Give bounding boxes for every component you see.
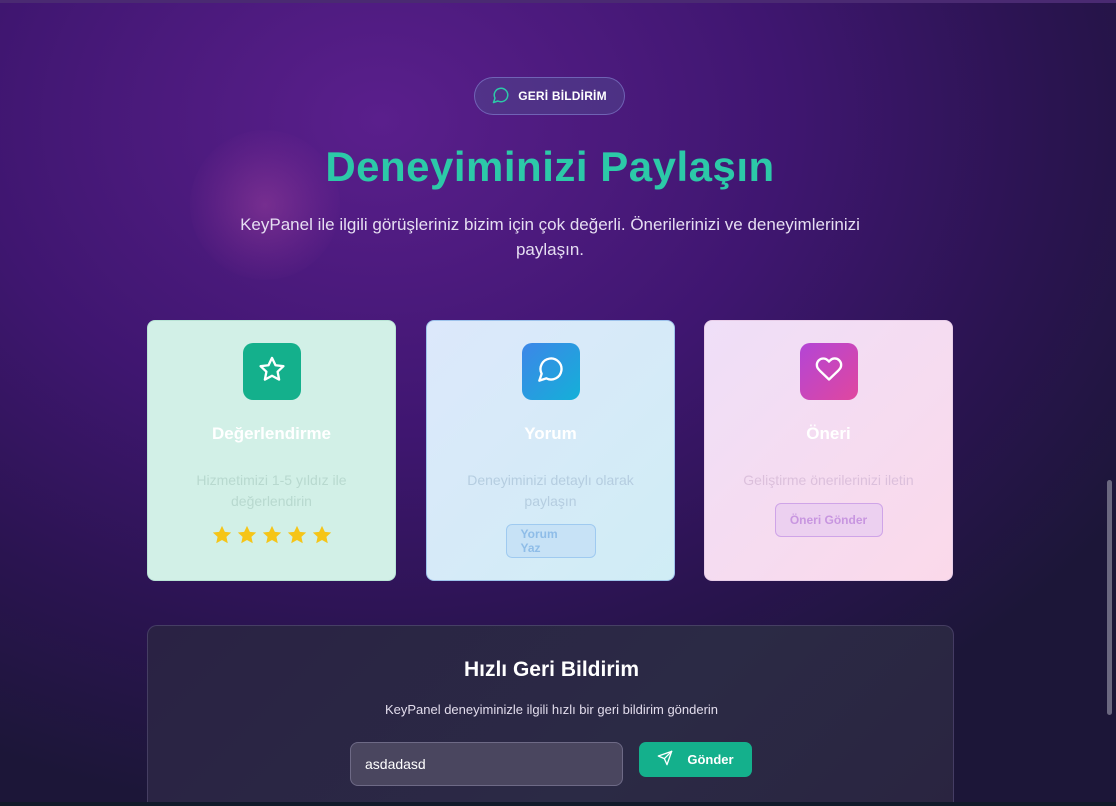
comment-card-title: Yorum (524, 424, 577, 443)
heart-icon (815, 355, 843, 388)
suggestion-card-description: Geliştirme önerilerinizi iletin (743, 472, 914, 488)
suggestion-card-icon-box (799, 343, 858, 400)
comment-card-description: Deneyiminizi detaylı olarak paylaşın (467, 472, 634, 509)
star-icon[interactable] (286, 524, 308, 551)
comment-card: Yorum Deneyiminizi detaylı olarak paylaş… (426, 320, 675, 581)
quick-feedback-input[interactable] (350, 742, 623, 786)
star-rating[interactable] (211, 524, 333, 551)
scrollbar-thumb[interactable] (1107, 480, 1112, 715)
suggestion-card: Öneri Geliştirme önerilerinizi iletin Ön… (704, 320, 953, 581)
star-icon[interactable] (311, 524, 333, 551)
scrollbar[interactable] (1104, 0, 1114, 806)
suggestion-card-title: Öneri (806, 424, 851, 443)
write-comment-button[interactable]: Yorum Yaz (505, 524, 596, 558)
star-icon[interactable] (211, 524, 233, 551)
rating-card-title: Değerlendirme (211, 424, 332, 443)
send-button-label: Gönder (687, 752, 734, 767)
bottom-edge (0, 802, 1116, 806)
quick-feedback-panel: Hızlı Geri Bildirim KeyPanel deneyiminiz… (147, 625, 954, 806)
message-circle-icon (537, 355, 565, 388)
send-icon (657, 750, 673, 769)
feedback-page: GERİ BİLDİRİM Deneyiminizi Paylaşın KeyP… (0, 0, 1116, 806)
rating-card-description: Hizmetimizi 1-5 yıldız ile değerlendirin (196, 472, 347, 509)
star-icon[interactable] (236, 524, 258, 551)
star-icon[interactable] (261, 524, 283, 551)
send-suggestion-button[interactable]: Öneri Gönder (774, 503, 883, 537)
comment-card-icon-box (521, 343, 580, 400)
quick-feedback-title: Hızlı Geri Bildirim (463, 658, 640, 681)
quick-feedback-subtitle: KeyPanel deneyiminizle ilgili hızlı bir … (384, 702, 719, 717)
feedback-badge-label: GERİ BİLDİRİM (518, 89, 607, 103)
page-title: Deneyiminizi Paylaşın (325, 143, 775, 190)
rating-card-icon-box (242, 343, 301, 400)
rating-card: Değerlendirme Hizmetimizi 1-5 yıldız ile… (147, 320, 396, 581)
page-subtitle: KeyPanel ile ilgili görüşleriniz bizim i… (240, 215, 860, 259)
message-circle-icon (492, 86, 510, 107)
feedback-badge: GERİ BİLDİRİM (474, 77, 625, 115)
top-divider (0, 0, 1116, 3)
star-icon (258, 355, 286, 388)
send-button[interactable]: Gönder (639, 742, 752, 777)
